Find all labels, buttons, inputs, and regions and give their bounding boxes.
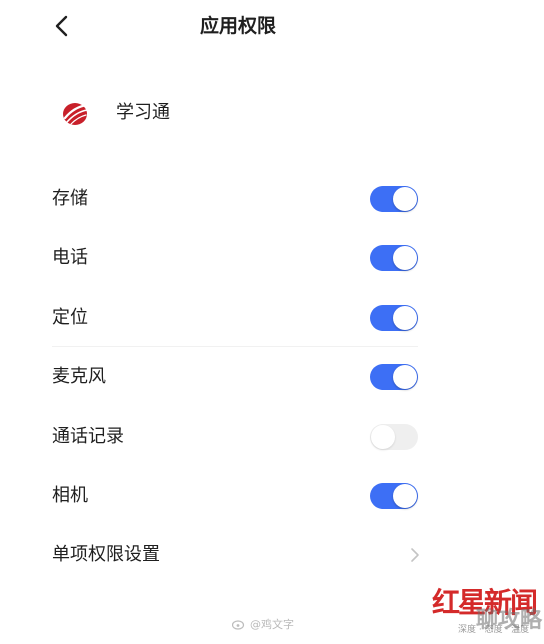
- permission-label: 电话: [52, 247, 88, 268]
- header: 应用权限: [0, 0, 544, 56]
- permission-row-storage[interactable]: 存储: [0, 170, 470, 228]
- toggle-knob: [393, 484, 417, 508]
- permission-label: 麦克风: [52, 366, 106, 387]
- single-permission-setting-row[interactable]: 单项权限设置: [0, 526, 470, 584]
- permission-row-microphone[interactable]: 麦克风: [0, 348, 470, 406]
- xuexitong-logo-icon: [63, 103, 89, 125]
- weibo-watermark: @鸡文字: [232, 616, 294, 632]
- weibo-watermark-text: @鸡文字: [250, 618, 294, 631]
- permission-row-location[interactable]: 定位: [0, 289, 470, 347]
- toggle-knob: [393, 246, 417, 270]
- location-toggle[interactable]: [370, 305, 418, 331]
- chevron-right-icon: [411, 548, 419, 562]
- permission-row-call-log[interactable]: 通话记录: [0, 408, 470, 466]
- phone-toggle[interactable]: [370, 245, 418, 271]
- microphone-toggle[interactable]: [370, 364, 418, 390]
- toggle-knob: [393, 187, 417, 211]
- permission-row-camera[interactable]: 相机: [0, 467, 470, 525]
- app-permissions-screen: 应用权限 学习通 存储 电话 定位 麦克风 通话记录 相机 单项权限设置 @鸡文…: [0, 0, 544, 644]
- call-log-toggle[interactable]: [370, 424, 418, 450]
- toggle-knob: [393, 306, 417, 330]
- app-name: 学习通: [116, 102, 170, 123]
- storage-toggle[interactable]: [370, 186, 418, 212]
- camera-toggle[interactable]: [370, 483, 418, 509]
- weibo-icon: [232, 620, 245, 630]
- toggle-knob: [371, 425, 395, 449]
- page-title: 应用权限: [199, 15, 276, 37]
- permission-label: 定位: [52, 307, 88, 328]
- toggle-knob: [393, 365, 417, 389]
- permission-label: 通话记录: [52, 426, 124, 447]
- permission-row-phone[interactable]: 电话: [0, 229, 470, 287]
- divider: [52, 346, 418, 347]
- overlay-watermark: 聊攻略: [476, 608, 543, 633]
- single-permission-setting-label: 单项权限设置: [52, 544, 160, 565]
- app-info-row: 学习通: [0, 90, 470, 136]
- permission-label: 存储: [52, 188, 88, 209]
- permission-label: 相机: [52, 485, 88, 506]
